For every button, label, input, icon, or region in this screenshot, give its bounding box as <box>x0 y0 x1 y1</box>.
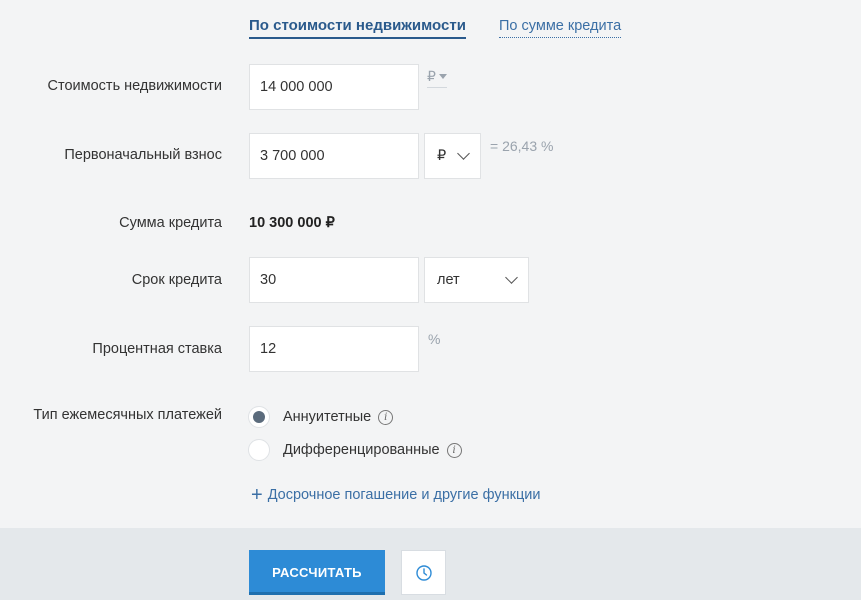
rate-input[interactable]: 12 <box>249 326 419 372</box>
term-unit: лет <box>437 272 460 288</box>
early-repayment-link[interactable]: + Досрочное погашение и другие функции <box>251 484 541 506</box>
differentiated-radio[interactable] <box>248 439 270 461</box>
annuity-label: Аннуитетные <box>283 409 372 425</box>
early-repayment-label: Досрочное погашение и другие функции <box>267 487 541 503</box>
payment-type-label: Тип ежемесячных платежей <box>33 407 222 423</box>
term-input[interactable]: 30 <box>249 257 419 303</box>
history-button[interactable] <box>401 550 446 595</box>
loan-amount-value: 10 300 000 ₽ <box>249 215 335 231</box>
term-unit-select[interactable]: лет <box>424 257 529 303</box>
calculate-label: РАССЧИТАТЬ <box>272 565 362 580</box>
down-payment-unit: ₽ <box>437 148 447 164</box>
info-icon[interactable]: i <box>446 442 462 458</box>
down-payment-unit-select[interactable]: ₽ <box>424 133 481 179</box>
property-cost-currency: ₽ <box>427 68 436 84</box>
tab-by-property-cost[interactable]: По стоимости недвижимости <box>249 17 466 39</box>
payment-option-annuity[interactable]: Аннуитетные i <box>248 406 394 428</box>
caret-down-icon <box>438 74 447 79</box>
down-payment-percent: = 26,43 % <box>490 138 554 154</box>
rate-label: Процентная ставка <box>92 341 222 357</box>
property-cost-value: 14 000 000 <box>260 79 333 95</box>
term-label: Срок кредита <box>131 272 222 288</box>
down-payment-label: Первоначальный взнос <box>64 147 222 163</box>
property-cost-currency-dropdown[interactable]: ₽ <box>427 68 447 88</box>
property-cost-label: Стоимость недвижимости <box>47 78 222 94</box>
chevron-down-icon <box>457 147 470 160</box>
term-value: 30 <box>260 272 277 288</box>
down-payment-value: 3 700 000 <box>260 148 325 164</box>
plus-icon: + <box>251 484 263 506</box>
chevron-down-icon <box>505 271 518 284</box>
rate-value: 12 <box>260 341 277 357</box>
payment-option-differentiated[interactable]: Дифференцированные i <box>248 439 462 461</box>
annuity-radio[interactable] <box>248 406 270 428</box>
rate-unit: % <box>428 331 441 347</box>
differentiated-label: Дифференцированные <box>283 442 440 458</box>
clock-icon <box>415 564 432 581</box>
radio-selected-dot <box>253 411 265 423</box>
loan-amount-label: Сумма кредита <box>119 215 222 231</box>
property-cost-input[interactable]: 14 000 000 <box>249 64 419 110</box>
down-payment-input[interactable]: 3 700 000 <box>249 133 419 179</box>
info-icon[interactable]: i <box>378 409 394 425</box>
tab-by-loan-amount[interactable]: По сумме кредита <box>499 18 622 38</box>
calculate-button[interactable]: РАССЧИТАТЬ <box>249 550 385 595</box>
